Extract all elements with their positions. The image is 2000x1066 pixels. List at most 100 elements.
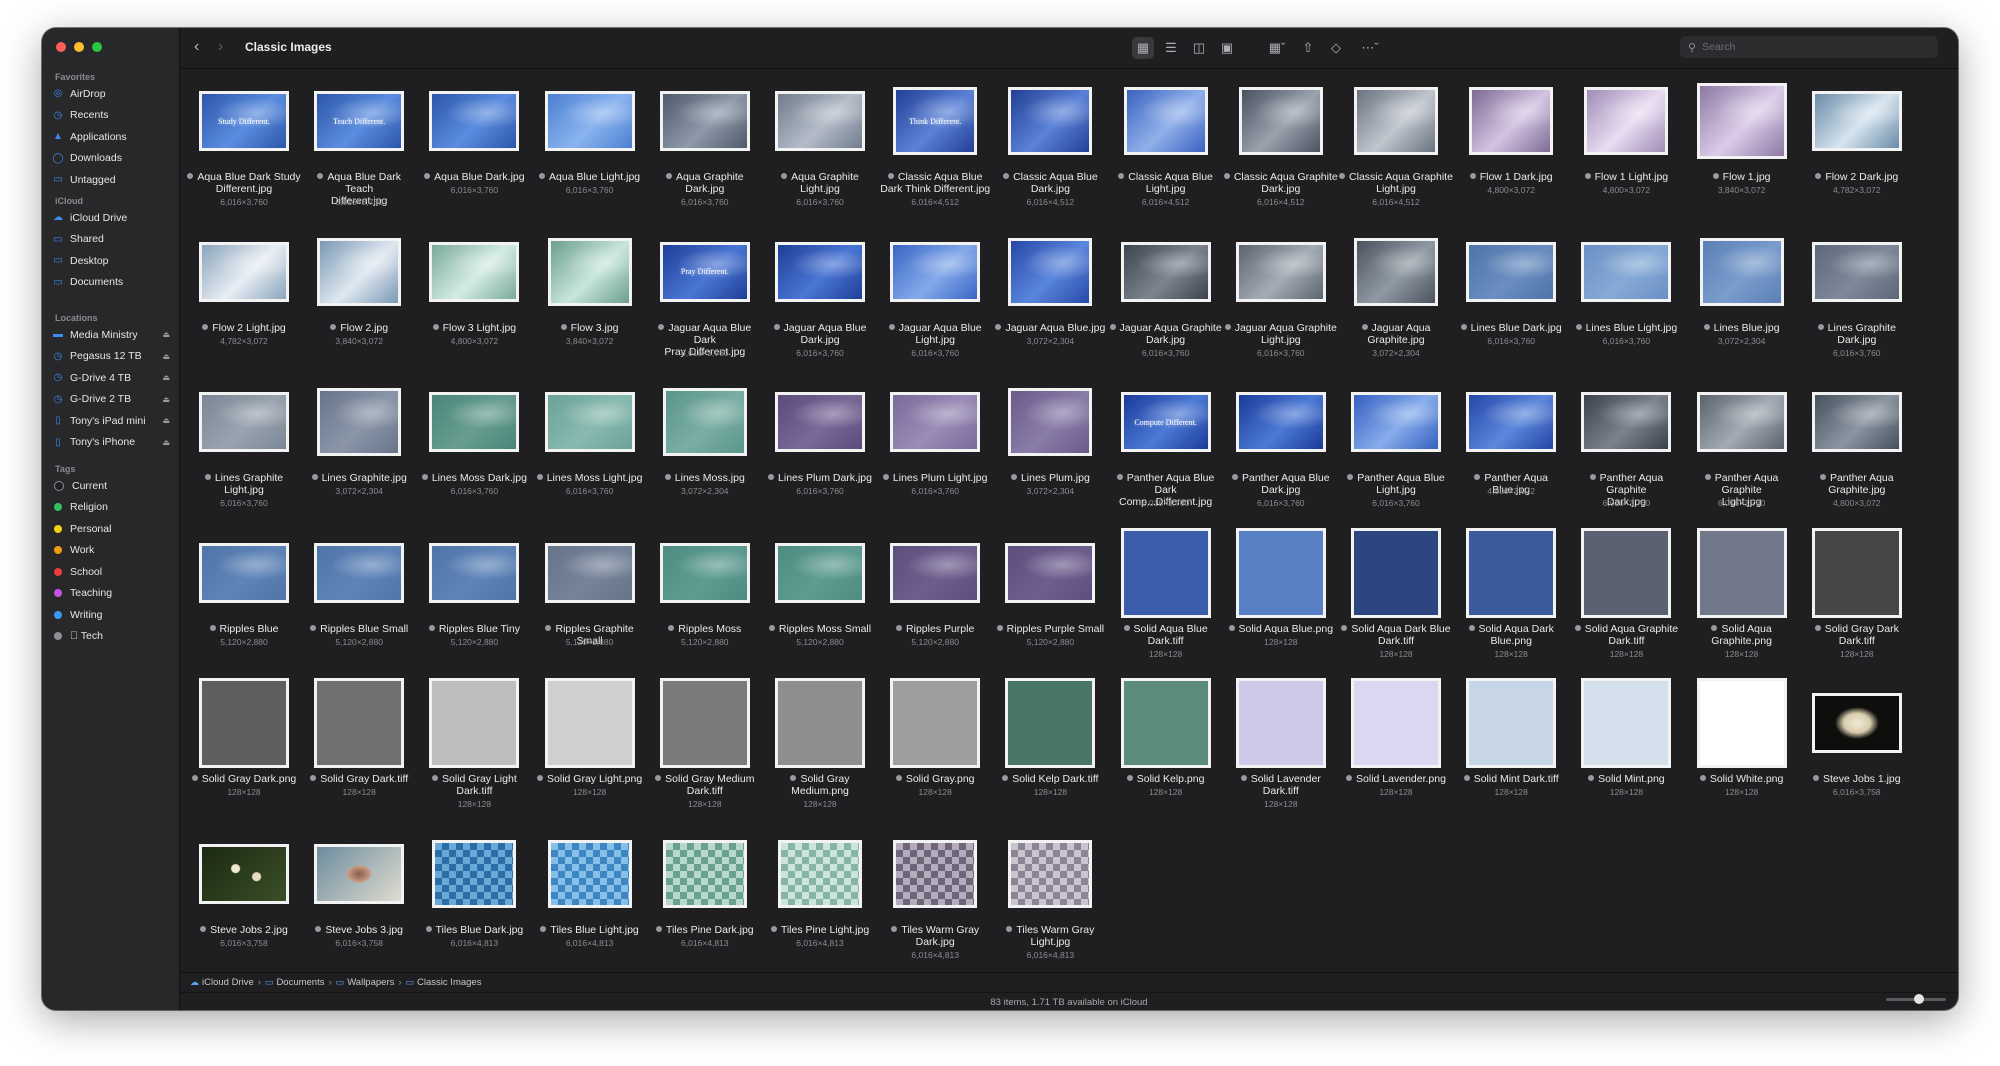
finder-window: Favorites ◎ AirDrop ◷ Recents ▲ Applications ◯ D… — [42, 28, 1958, 1010]
search-icon: ⚲ — [1688, 41, 1697, 54]
thumbnail-caption: Compute Different. — [1134, 417, 1197, 427]
file-dimensions: 5,120×2,880 — [796, 636, 844, 647]
file-dimensions: 4,782×3,072 — [220, 335, 268, 346]
sidebar-item-recents[interactable]: ◷ Recents — [52, 106, 170, 125]
column-view-button[interactable]: ◫ — [1188, 37, 1210, 59]
sidebar-item-airdrop[interactable]: ◎ AirDrop — [52, 84, 170, 103]
sidebar-item-label: Desktop — [70, 254, 109, 267]
window-controls — [56, 42, 102, 52]
path-item[interactable]: iCloud Drive — [202, 977, 254, 988]
group-icon: ▦ˇ — [1268, 40, 1286, 55]
sidebar-item-untagged[interactable]: ▭ Untagged — [52, 170, 170, 189]
back-button[interactable]: ‹ — [194, 38, 199, 56]
path-item[interactable]: Classic Images — [417, 977, 481, 988]
file-thumbnail — [1581, 527, 1672, 618]
sidebar-item-shared[interactable]: ▭ Shared — [52, 230, 170, 249]
sidebar-tag-current[interactable]: Current — [52, 476, 170, 495]
file-thumbnail — [199, 678, 289, 768]
tag-dot — [1814, 624, 1821, 631]
sidebar-item-media-ministry[interactable]: ▬ Media Ministry ⏏ — [52, 325, 170, 344]
eject-icon[interactable]: ⏏ — [162, 395, 170, 404]
status-bar: 83 items, 1.71 TB available on iCloud — [180, 992, 1958, 1010]
tag-dot — [995, 323, 1002, 330]
file-name: Tiles Warm Gray Dark.jpg — [878, 924, 992, 948]
gallery-view-button[interactable]: ▣ — [1216, 37, 1238, 59]
tag-button[interactable]: ◇ — [1325, 37, 1347, 59]
tag-dot — [1712, 173, 1719, 179]
tag-dot — [790, 775, 797, 781]
path-item[interactable]: Wallpapers — [347, 977, 394, 988]
sidebar-item-label: Documents — [70, 276, 124, 288]
status-text: 83 items, 1.71 TB available on iCloud — [990, 996, 1148, 1008]
sidebar-tag-tech[interactable]:  Tech — [52, 627, 170, 646]
eject-icon[interactable]: ⏏ — [162, 373, 170, 382]
file-dimensions: 3,072×2,304 — [1026, 486, 1075, 496]
slider-knob[interactable] — [1914, 994, 1924, 1004]
sidebar-tag-teaching[interactable]: Teaching — [52, 584, 170, 603]
sidebar-item-g-drive-2-tb[interactable]: ◷ G-Drive 2 TB ⏏ — [52, 390, 170, 409]
sidebar-item-tony-s-iphone[interactable]: ▯ Tony's iPhone ⏏ — [52, 433, 170, 452]
forward-button[interactable]: › — [218, 38, 223, 56]
file-thumbnail — [1466, 241, 1557, 302]
tag-color-dot — [54, 632, 62, 640]
file-name: Aqua Blue Dark.jpg — [417, 171, 531, 183]
file-thumbnail — [429, 678, 520, 768]
close-button[interactable] — [56, 42, 66, 52]
group-button[interactable]: ▦ˇ — [1262, 37, 1292, 59]
file-name: Tiles Blue Light.jpg — [533, 924, 647, 936]
file-name: Solid Gray Dark.tiff — [302, 773, 416, 785]
folder-icon: ▭ — [405, 977, 415, 987]
sidebar-tag-school[interactable]: School — [52, 562, 170, 581]
icon-size-slider[interactable] — [1886, 994, 1946, 1004]
icon-view-button[interactable]: ▦ — [1132, 37, 1154, 59]
list-view-button[interactable]: ☰ — [1160, 37, 1182, 59]
tag-dot — [1460, 323, 1467, 330]
file-thumbnail — [775, 542, 865, 603]
file-thumbnail — [1811, 241, 1902, 302]
file-name: Lines Graphite.jpg — [302, 472, 416, 484]
sidebar-item-g-drive-4-tb[interactable]: ◷ G-Drive 4 TB ⏏ — [52, 368, 170, 387]
file-thumbnail — [1235, 392, 1326, 452]
path-separator: › — [398, 977, 402, 988]
sidebar-tag-religion[interactable]: Religion — [52, 498, 170, 517]
sidebar-item-icloud-drive[interactable]: ☁ iCloud Drive — [52, 208, 170, 227]
eject-icon[interactable]: ⏏ — [162, 416, 170, 425]
airdrop-icon: ◎ — [53, 88, 63, 99]
search-field[interactable]: ⚲ Search — [1680, 36, 1938, 58]
sidebar-item-downloads[interactable]: ◯ Downloads — [52, 149, 170, 168]
sidebar-item-label: G-Drive 2 TB — [70, 393, 132, 405]
action-button[interactable]: ⋯ˇ — [1355, 37, 1385, 59]
tag-dot — [1584, 173, 1591, 179]
eject-icon[interactable]: ⏏ — [162, 438, 170, 447]
sidebar-item-desktop[interactable]: ▭ Desktop — [52, 251, 170, 270]
file-dimensions: 5,120×2,880 — [1026, 636, 1075, 647]
tag-dot — [781, 173, 788, 179]
path-item[interactable]: Documents — [276, 977, 324, 988]
file-name: Ripples Blue — [187, 623, 301, 635]
file-name: Lines Plum Light.jpg — [878, 472, 992, 484]
zoom-button[interactable] — [92, 42, 102, 52]
share-button[interactable]: ⇧ — [1297, 37, 1319, 59]
file-dimensions: 6,016×4,813 — [565, 937, 614, 948]
file-dimensions: 6,016×3,760 — [565, 185, 614, 195]
sidebar-tag-work[interactable]: Work — [52, 541, 170, 560]
tag-dot — [432, 323, 439, 330]
sidebar-item-applications[interactable]: ▲ Applications — [52, 127, 170, 146]
tag-icon: ◇ — [1331, 40, 1341, 55]
file-dimensions: 128×128 — [1379, 787, 1413, 797]
path-separator: › — [257, 977, 261, 988]
file-name: Panther Aqua Graphite.jpg — [1800, 472, 1914, 496]
minimize-button[interactable] — [74, 42, 84, 52]
sidebar-item-documents[interactable]: ▭ Documents — [52, 273, 170, 292]
tag-dot — [1228, 624, 1235, 631]
sidebar-item-tony-s-ipad-mini[interactable]: ▯ Tony's iPad mini ⏏ — [52, 411, 170, 430]
file-dimensions: 128×128 — [688, 799, 722, 809]
file-dimensions: 128×128 — [572, 787, 607, 797]
tag-dot — [311, 474, 318, 480]
eject-icon[interactable]: ⏏ — [162, 330, 170, 339]
sidebar-tag-writing[interactable]: Writing — [52, 605, 170, 624]
sidebar-tag-personal[interactable]: Personal — [52, 519, 170, 538]
eject-icon[interactable]: ⏏ — [162, 352, 170, 361]
file-dimensions: 128×128 — [1148, 787, 1183, 797]
sidebar-item-pegasus-12-tb[interactable]: ◷ Pegasus 12 TB ⏏ — [52, 347, 170, 366]
